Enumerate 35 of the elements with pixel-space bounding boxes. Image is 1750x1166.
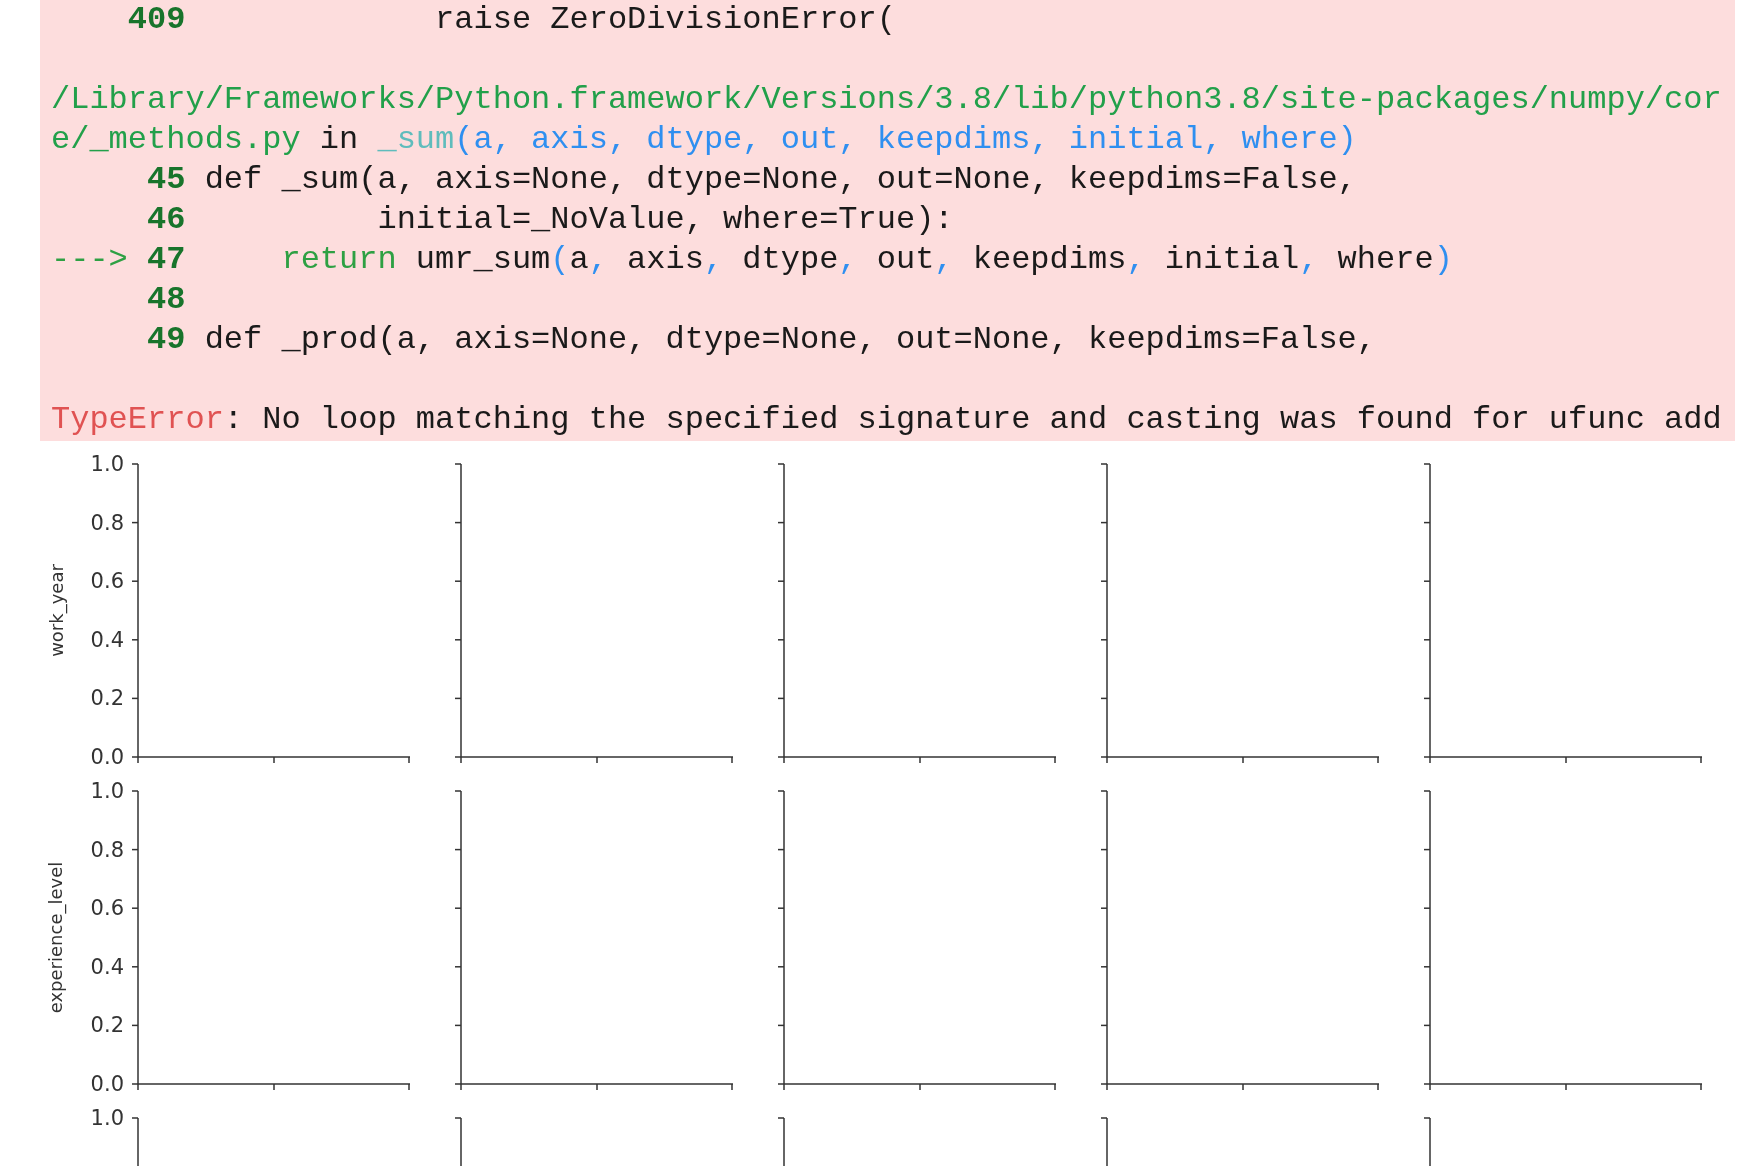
code-line: def _sum(a, axis=None, dtype=None, out=None, keepdims=False, bbox=[204, 160, 1357, 200]
tick-label: 1.0 bbox=[90, 1106, 124, 1130]
code-line: def _prod(a, axis=None, dtype=None, out=None, keepdims=False, bbox=[204, 320, 1376, 360]
tick-label: 0.2 bbox=[90, 1013, 124, 1038]
line-number: 48 bbox=[146, 280, 186, 320]
code-line: return umr_sum(a, axis, dtype, out, keepdims, initial, where) bbox=[280, 240, 1453, 280]
code-line: initial=_NoValue, where=True): bbox=[376, 200, 954, 240]
tick-label: 0.6 bbox=[90, 569, 124, 594]
axis-line bbox=[1422, 1117, 1431, 1166]
tick-label: 0.6 bbox=[90, 896, 124, 921]
error-message: TypeError: No loop matching the specified signature and casting was found for ufunc add bbox=[51, 400, 1723, 440]
axis-line bbox=[776, 1117, 785, 1166]
code-line: e/_methods.py in _sum(a, axis, dtype, out, keepdims, initial, where) bbox=[51, 120, 1357, 160]
tick-label: 0.8 bbox=[90, 837, 124, 862]
axis-line bbox=[453, 1117, 462, 1166]
tick-label: 1.0 bbox=[90, 779, 124, 803]
line-number: 409 bbox=[127, 0, 186, 40]
tick-label: 0.4 bbox=[90, 627, 124, 652]
tick-label: 0.8 bbox=[90, 510, 124, 535]
line-number: 45 bbox=[146, 160, 186, 200]
tick-label: 0.0 bbox=[90, 745, 124, 769]
axis-label: work_year bbox=[44, 563, 69, 657]
code-line: /Library/Frameworks/Python.framework/Versions/3.8/lib/python3.8/site-packages/numpy/cor bbox=[51, 80, 1722, 120]
tick-label: 0.2 bbox=[90, 686, 124, 711]
axis-line bbox=[130, 1117, 139, 1166]
tick-label: 0.4 bbox=[90, 954, 124, 979]
code-line: raise ZeroDivisionError( bbox=[434, 0, 896, 40]
axis-line bbox=[1099, 1117, 1108, 1166]
line-number: 47 bbox=[146, 240, 186, 280]
tick-label: 0.0 bbox=[90, 1072, 124, 1096]
line-number: 49 bbox=[146, 320, 186, 360]
tick-label: 1.0 bbox=[90, 452, 124, 476]
axis-label: experience_level bbox=[44, 861, 68, 1013]
arrow-marker: ---> bbox=[51, 241, 128, 278]
line-number: 46 bbox=[146, 200, 186, 240]
